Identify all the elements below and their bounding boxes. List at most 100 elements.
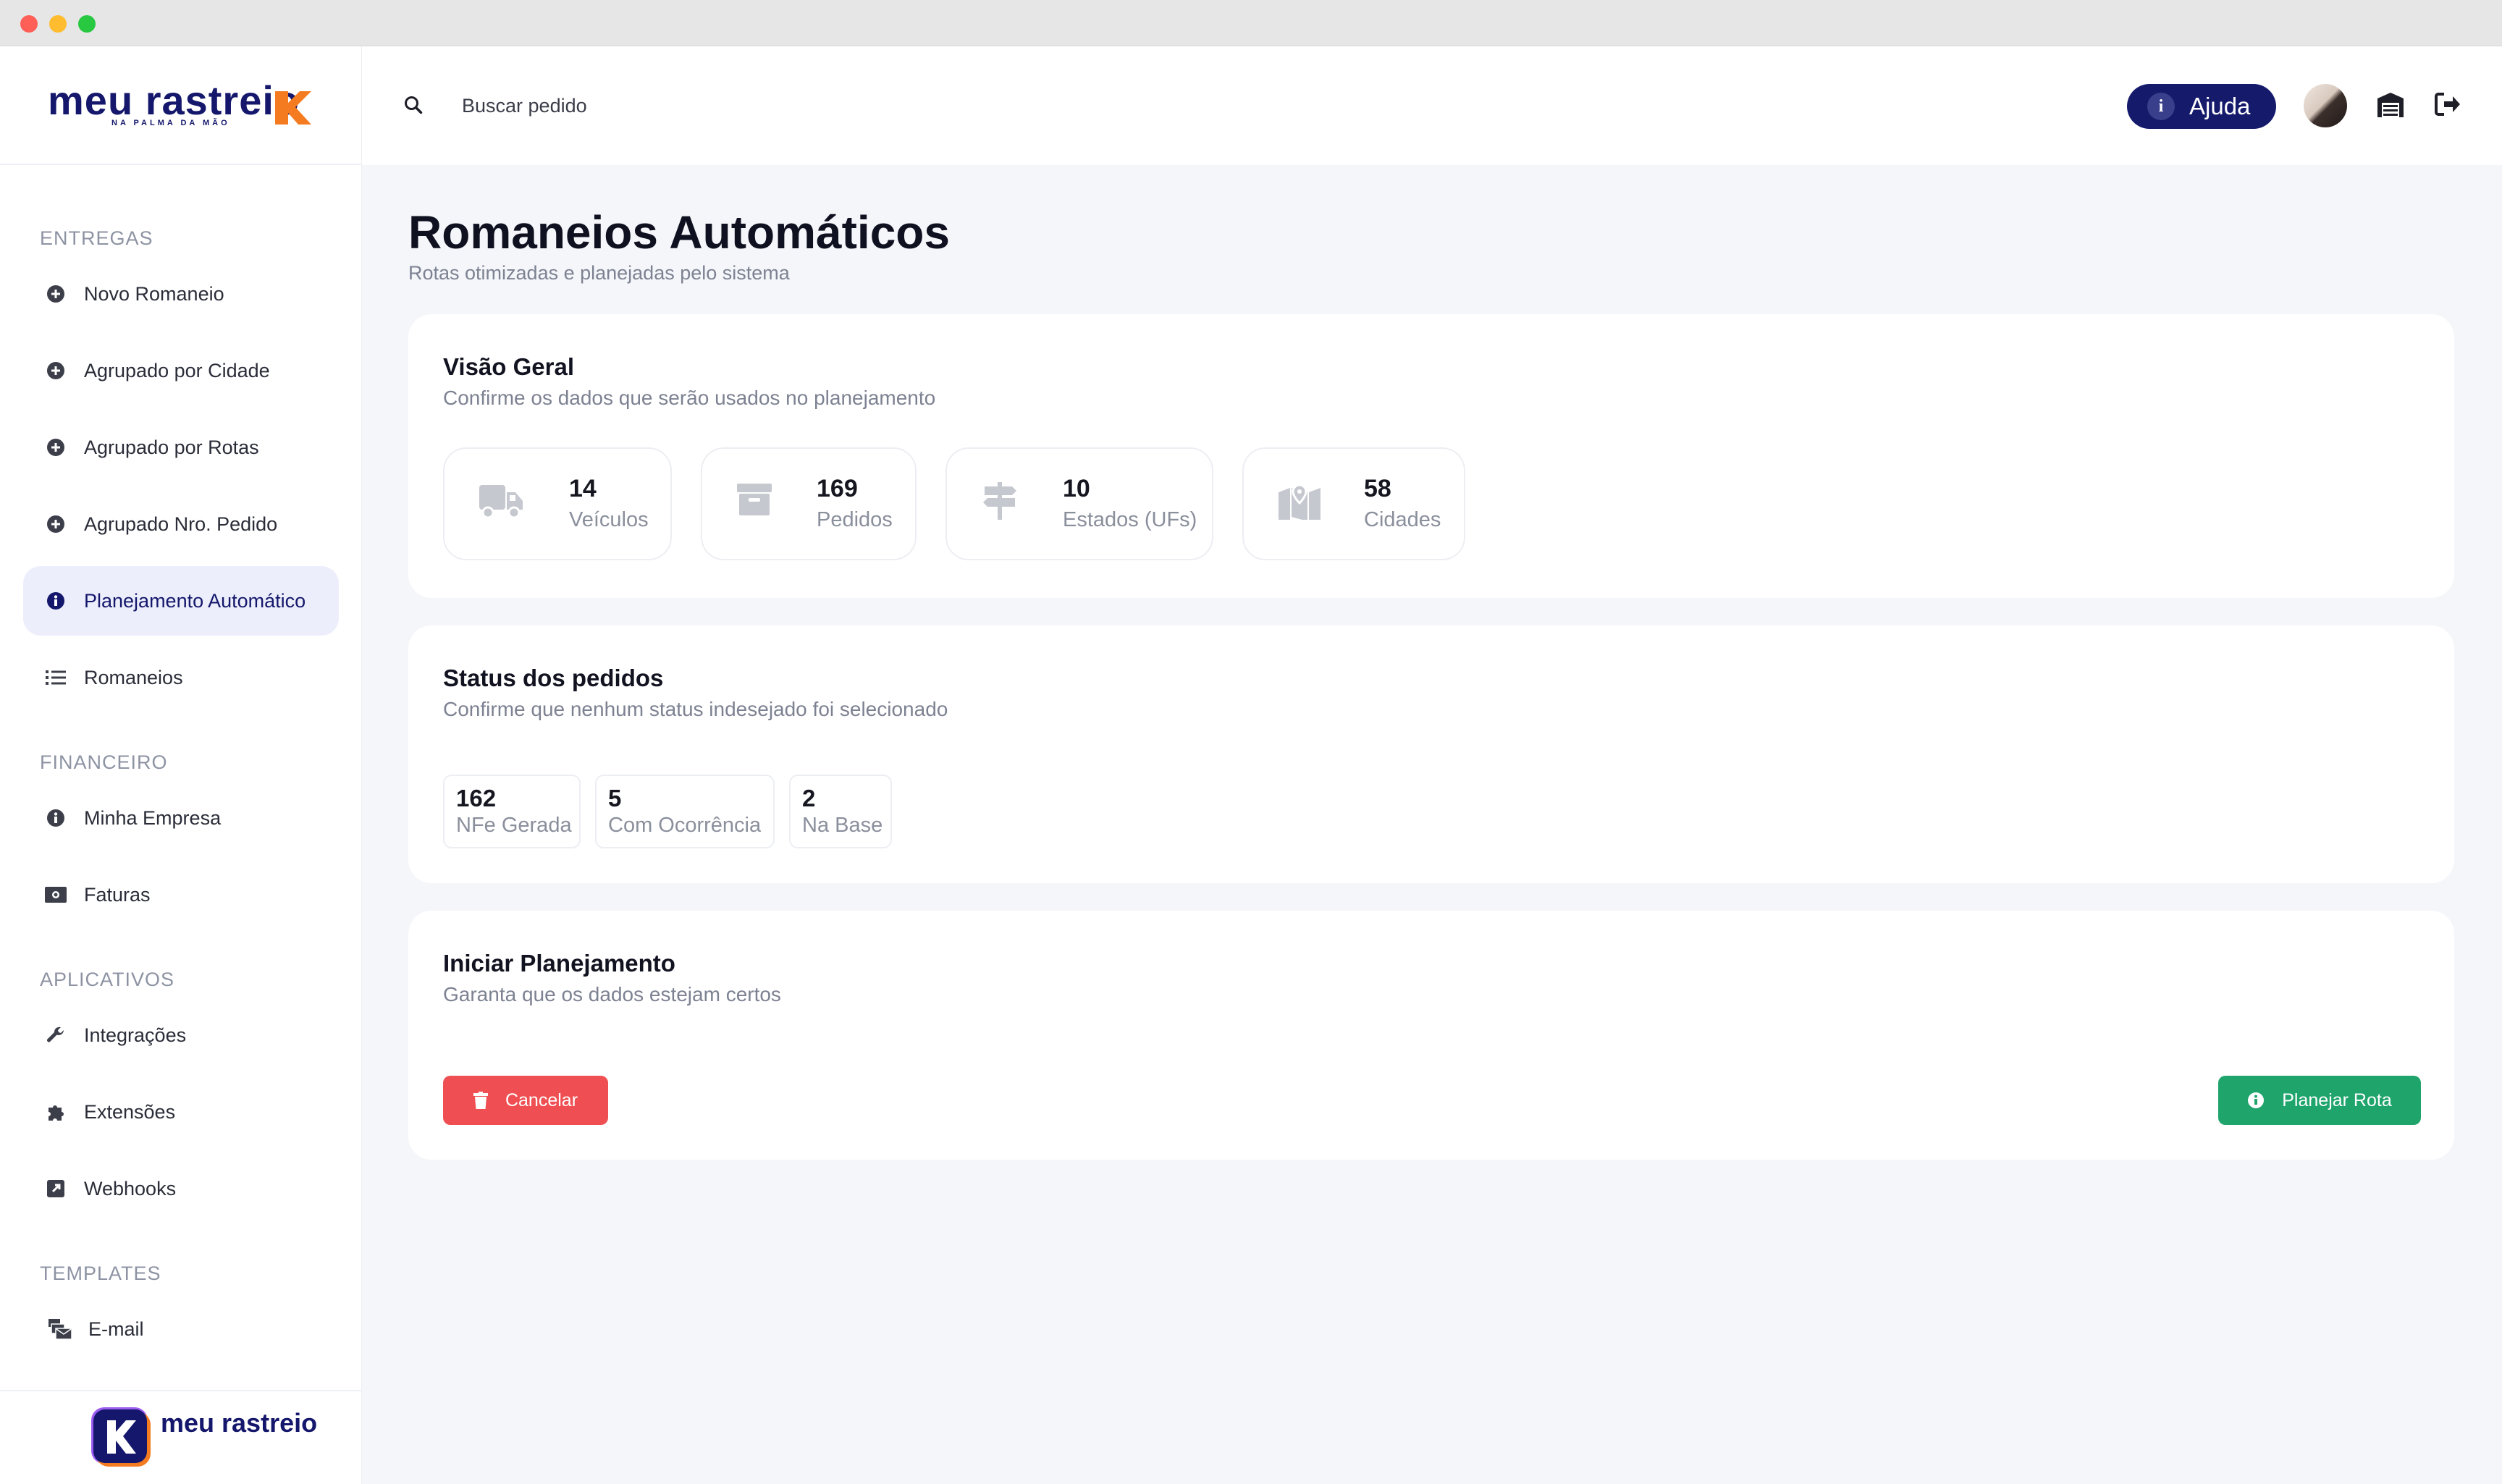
- status-pill-com-ocorrencia[interactable]: 5 Com Ocorrência: [595, 775, 775, 848]
- trash-icon: [473, 1092, 488, 1109]
- cancel-button[interactable]: Cancelar: [443, 1076, 608, 1125]
- truck-icon: [479, 485, 523, 519]
- sidebar-item-planejamento-automatico[interactable]: Planejamento Automático: [23, 566, 339, 636]
- window-minimize-button[interactable]: [49, 15, 67, 33]
- overview-card: Visão Geral Confirme os dados que serão …: [408, 314, 2454, 598]
- status-pill-na-base[interactable]: 2 Na Base: [789, 775, 892, 848]
- sidebar-item-label: Agrupado por Cidade: [84, 359, 270, 381]
- stat-card-pedidos: 169 Pedidos: [701, 447, 917, 560]
- page-subtitle: Rotas otimizadas e planejadas pelo siste…: [408, 262, 790, 284]
- stat-value: 10: [1063, 475, 1090, 502]
- plus-circle-icon: [23, 361, 88, 380]
- status-value: 2: [802, 785, 816, 811]
- overview-title: Visão Geral: [443, 353, 575, 380]
- brand-name: meu rastreio: [48, 77, 300, 123]
- stat-value: 14: [569, 475, 597, 502]
- footer-logo: meu rastreio: [0, 1390, 362, 1484]
- stat-label: Veículos: [569, 508, 649, 531]
- plus-circle-icon: [23, 284, 88, 303]
- list-icon: [23, 669, 88, 686]
- info-circle-icon: [23, 809, 88, 827]
- sidebar-item-label: Romaneios: [84, 666, 183, 688]
- status-subtitle: Confirme que nenhum status indesejado fo…: [443, 698, 948, 720]
- sidebar-item-label: Extensões: [84, 1100, 176, 1123]
- puzzle-icon: [23, 1102, 88, 1122]
- sidebar-item-email[interactable]: E-mail: [23, 1294, 339, 1364]
- stat-value: 169: [817, 475, 858, 502]
- sidebar-item-label: Minha Empresa: [84, 806, 222, 829]
- brand-tagline: NA PALMA DA MÃO: [111, 119, 230, 127]
- plan-route-button[interactable]: Planejar Rota: [2218, 1076, 2421, 1125]
- stat-card-estados: 10 Estados (UFs): [945, 447, 1213, 560]
- brand-mark-icon: [275, 91, 311, 125]
- stat-card-veiculos: 14 Veículos: [443, 447, 672, 560]
- window-titlebar: [0, 0, 2502, 46]
- status-title: Status dos pedidos: [443, 665, 664, 691]
- external-link-icon: [23, 1179, 88, 1198]
- info-icon: i: [2147, 93, 2175, 120]
- sidebar-item-minha-empresa[interactable]: Minha Empresa: [23, 783, 339, 853]
- status-label: Na Base: [802, 814, 883, 837]
- sidebar-item-novo-romaneio[interactable]: Novo Romaneio: [23, 259, 339, 329]
- section-title-templates: TEMPLATES: [40, 1262, 161, 1284]
- sidebar-item-faturas[interactable]: Faturas: [23, 860, 339, 929]
- section-title-entregas: ENTREGAS: [40, 227, 153, 249]
- sidebar-item-label: Agrupado Nro. Pedido: [84, 513, 278, 535]
- section-title-aplicativos: APLICATIVOS: [40, 969, 175, 990]
- sidebar-item-agrupado-rotas[interactable]: Agrupado por Rotas: [23, 413, 339, 482]
- status-value: 5: [608, 785, 622, 811]
- sidebar-item-romaneios[interactable]: Romaneios: [23, 643, 339, 712]
- brand-badge-icon: [91, 1407, 151, 1467]
- plus-circle-icon: [23, 515, 88, 534]
- status-value: 162: [456, 785, 497, 811]
- help-button-label: Ajuda: [2189, 93, 2251, 119]
- start-planning-card: Iniciar Planejamento Garanta que os dado…: [408, 911, 2454, 1160]
- footer-brand-name: meu rastreio: [161, 1408, 318, 1438]
- stat-label: Estados (UFs): [1063, 508, 1197, 531]
- map-marker-icon: [1279, 484, 1320, 520]
- archive-box-icon: [737, 484, 772, 515]
- wrench-icon: [23, 1026, 88, 1045]
- sidebar-item-label: E-mail: [88, 1318, 144, 1340]
- sidebar-item-label: Webhooks: [84, 1177, 177, 1200]
- start-subtitle: Garanta que os dados estejam certos: [443, 983, 781, 1006]
- warehouse-icon[interactable]: [2376, 91, 2405, 119]
- overview-subtitle: Confirme os dados que serão usados no pl…: [443, 387, 936, 409]
- money-bill-icon: [23, 887, 88, 903]
- logout-icon[interactable]: [2434, 91, 2461, 117]
- sidebar-item-label: Integrações: [84, 1024, 187, 1046]
- topbar: i Ajuda: [362, 46, 2502, 165]
- search-icon[interactable]: [404, 96, 423, 114]
- cancel-button-label: Cancelar: [505, 1089, 578, 1110]
- status-label: Com Ocorrência: [608, 814, 762, 837]
- plus-circle-icon: [23, 438, 88, 457]
- sidebar-item-label: Agrupado por Rotas: [84, 436, 259, 458]
- status-label: NFe Gerada: [456, 814, 572, 837]
- plan-route-button-label: Planejar Rota: [2282, 1089, 2392, 1110]
- help-button[interactable]: i Ajuda: [2127, 84, 2276, 129]
- stat-value: 58: [1364, 475, 1391, 502]
- info-circle-icon: [23, 591, 88, 610]
- brand-logo[interactable]: meu rastreio NA PALMA DA MÃO: [0, 46, 362, 165]
- sidebar: meu rastreio NA PALMA DA MÃO ENTREGAS No…: [0, 46, 362, 1484]
- start-title: Iniciar Planejamento: [443, 950, 675, 977]
- sidebar-item-label: Faturas: [84, 883, 151, 906]
- page-title: Romaneios Automáticos: [408, 206, 950, 258]
- section-title-financeiro: FINANCEIRO: [40, 751, 168, 773]
- info-circle-icon: [2247, 1092, 2265, 1109]
- stat-label: Cidades: [1364, 508, 1441, 531]
- stat-label: Pedidos: [817, 508, 893, 531]
- search-input[interactable]: [462, 87, 896, 125]
- sidebar-item-label: Planejamento Automático: [84, 589, 306, 612]
- sidebar-item-agrupado-cidade[interactable]: Agrupado por Cidade: [23, 336, 339, 405]
- window-maximize-button[interactable]: [78, 15, 96, 33]
- stat-card-cidades: 58 Cidades: [1242, 447, 1465, 560]
- sidebar-item-agrupado-pedido[interactable]: Agrupado Nro. Pedido: [23, 489, 339, 559]
- sidebar-item-integracoes[interactable]: Integrações: [23, 1000, 339, 1070]
- mail-bulk-icon: [28, 1319, 93, 1339]
- avatar[interactable]: [2304, 84, 2347, 127]
- sidebar-item-webhooks[interactable]: Webhooks: [23, 1154, 339, 1223]
- sidebar-item-extensoes[interactable]: Extensões: [23, 1077, 339, 1147]
- status-pill-nfe-gerada[interactable]: 162 NFe Gerada: [443, 775, 581, 848]
- window-close-button[interactable]: [20, 15, 38, 33]
